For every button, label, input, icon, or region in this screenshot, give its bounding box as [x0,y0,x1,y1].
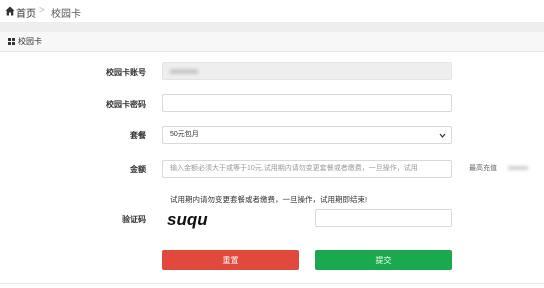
amount-placeholder: 输入金额必须大于或等于10元,试用期内请勿变更套餐或者缴费，一旦操作，试用 [170,165,418,172]
breadcrumb-current: 校园卡 [51,9,81,20]
chevron-down-icon [439,133,446,138]
captcha-text: suqu [167,210,208,229]
panel-title: 校园卡 [18,37,42,46]
account-field [162,62,452,80]
package-selected-value: 50元包月 [170,131,199,138]
package-label: 套餐 [130,131,146,140]
panel-header: 校园卡 [0,32,544,52]
captcha-image[interactable]: suqu [166,208,218,232]
password-label: 校园卡密码 [106,100,146,109]
bottom-divider [0,283,544,284]
password-field[interactable] [162,94,452,112]
home-icon [5,6,15,16]
max-recharge-value-masked [508,166,528,170]
grid-icon [8,38,15,45]
submit-button[interactable]: 提交 [315,250,452,270]
section-gap [0,22,544,32]
breadcrumb-home-link[interactable]: 首页 [16,5,36,20]
amount-input[interactable]: 输入金额必须大于或等于10元,试用期内请勿变更套餐或者缴费，一旦操作，试用 [162,160,452,178]
captcha-input[interactable] [315,209,452,227]
captcha-label: 验证码 [122,215,146,224]
reset-button[interactable]: 重置 [162,250,299,270]
max-recharge-hint: 最高充值 [469,165,497,172]
account-label: 校园卡账号 [106,68,146,77]
breadcrumb: 首页 > 校园卡 [0,0,544,22]
breadcrumb-separator: > [39,5,45,16]
masked-account-value [170,69,198,74]
amount-label: 金额 [130,165,146,174]
trial-notice: 试用期内请勿变更套餐或者缴费，一旦操作，试用期即结束! [170,195,368,204]
package-select[interactable]: 50元包月 [162,126,452,144]
